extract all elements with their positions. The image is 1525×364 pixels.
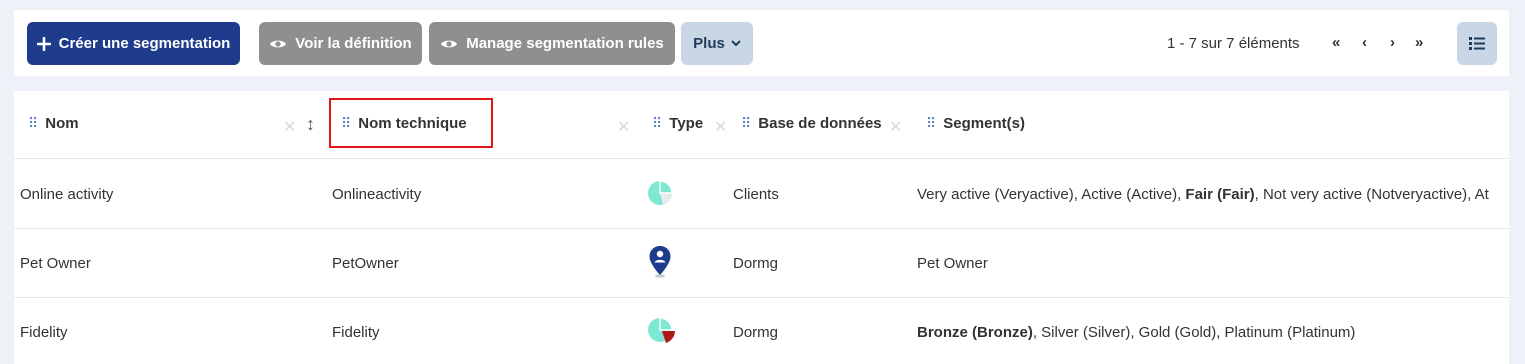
last-page-icon[interactable]: » bbox=[1415, 34, 1423, 51]
chevron-down-icon bbox=[731, 40, 741, 47]
create-segmentation-button[interactable]: Créer une segmentation bbox=[27, 22, 240, 65]
view-definition-button[interactable]: Voir la définition bbox=[259, 22, 422, 65]
segmentation-table: ⠿ Nom ✕ ↕ ⠿ Nom technique ✕ ⠿ Type ✕ ⠿ B… bbox=[14, 91, 1509, 364]
manage-segmentation-rules-button[interactable]: Manage segmentation rules bbox=[429, 22, 675, 65]
manage-segmentation-rules-label: Manage segmentation rules bbox=[466, 35, 664, 52]
table-header: ⠿ Nom ✕ ↕ ⠿ Nom technique ✕ ⠿ Type ✕ ⠿ B… bbox=[14, 91, 1509, 159]
table-row[interactable]: Pet Owner PetOwner Dormg Pet Owner bbox=[14, 229, 1509, 298]
highlight-box bbox=[329, 98, 493, 148]
plus-icon bbox=[36, 36, 51, 51]
drag-handle-icon[interactable]: ⠿ bbox=[926, 115, 936, 132]
cell-nom-technique: Onlineactivity bbox=[332, 186, 422, 203]
cell-nom-technique: Fidelity bbox=[332, 324, 380, 341]
column-header-base[interactable]: ⠿ Base de données bbox=[741, 115, 882, 132]
column-header-nom-label: Nom bbox=[45, 115, 79, 132]
table-row[interactable]: Fidelity Fidelity Dormg Bronze (Bronze),… bbox=[14, 298, 1509, 364]
column-header-type[interactable]: ⠿ Type bbox=[652, 115, 703, 132]
cell-nom: Fidelity bbox=[20, 324, 68, 341]
eye-icon bbox=[440, 38, 458, 50]
first-page-icon[interactable]: « bbox=[1332, 34, 1340, 51]
segment-bold-text: Fair (Fair) bbox=[1185, 186, 1255, 203]
view-definition-label: Voir la définition bbox=[295, 35, 412, 52]
remove-column-icon[interactable]: ✕ bbox=[889, 117, 902, 137]
column-header-segments[interactable]: ⠿ Segment(s) bbox=[926, 115, 1025, 132]
column-header-nom[interactable]: ⠿ Nom bbox=[28, 115, 79, 132]
cell-base: Dormg bbox=[733, 255, 779, 272]
cell-segments: Pet Owner bbox=[917, 255, 988, 272]
eye-icon bbox=[269, 38, 287, 50]
cell-nom-technique: PetOwner bbox=[332, 255, 399, 272]
segment-text: , Silver (Silver), Gold (Gold), Platinum… bbox=[1032, 324, 1356, 341]
list-icon bbox=[1469, 37, 1485, 50]
segment-bold-text: Bronze (Bronze) bbox=[917, 324, 1033, 341]
next-page-icon[interactable]: › bbox=[1390, 34, 1395, 51]
drag-handle-icon[interactable]: ⠿ bbox=[28, 115, 38, 132]
drag-handle-icon[interactable]: ⠿ bbox=[652, 115, 662, 132]
previous-page-icon[interactable]: ‹ bbox=[1362, 34, 1367, 51]
pie-chart-red-icon bbox=[646, 315, 678, 350]
segment-text: Very active (Veryactive), Active (Active… bbox=[917, 186, 1186, 203]
cell-segments: Very active (Veryactive), Active (Active… bbox=[917, 186, 1489, 203]
cell-base: Clients bbox=[733, 186, 779, 203]
column-header-segments-label: Segment(s) bbox=[943, 115, 1025, 132]
pie-chart-icon bbox=[646, 178, 676, 213]
toolbar: Créer une segmentation Voir la définitio… bbox=[14, 10, 1509, 76]
cell-nom: Pet Owner bbox=[20, 255, 91, 272]
drag-handle-icon[interactable]: ⠿ bbox=[741, 115, 751, 132]
more-dropdown-button[interactable]: Plus bbox=[681, 22, 753, 65]
table-row[interactable]: Online activity Onlineactivity Clients V… bbox=[14, 160, 1509, 229]
column-header-base-label: Base de données bbox=[758, 115, 882, 132]
segment-text: Pet Owner bbox=[917, 255, 988, 272]
remove-column-icon[interactable]: ✕ bbox=[714, 117, 727, 137]
cell-base: Dormg bbox=[733, 324, 779, 341]
remove-column-icon[interactable]: ✕ bbox=[283, 117, 296, 137]
create-segmentation-label: Créer une segmentation bbox=[58, 35, 231, 52]
list-view-button[interactable] bbox=[1457, 22, 1497, 65]
location-pin-icon bbox=[648, 245, 672, 284]
cell-segments: Bronze (Bronze), Silver (Silver), Gold (… bbox=[917, 324, 1355, 341]
segment-text: , Not very active (Notveryactive), At bbox=[1254, 186, 1489, 203]
column-header-type-label: Type bbox=[669, 115, 704, 132]
cell-nom: Online activity bbox=[20, 186, 114, 203]
pagination-summary: 1 - 7 sur 7 éléments bbox=[1167, 35, 1300, 52]
more-dropdown-label: Plus bbox=[693, 35, 725, 52]
sort-icon[interactable]: ↕ bbox=[306, 114, 315, 135]
remove-column-icon[interactable]: ✕ bbox=[617, 117, 630, 137]
